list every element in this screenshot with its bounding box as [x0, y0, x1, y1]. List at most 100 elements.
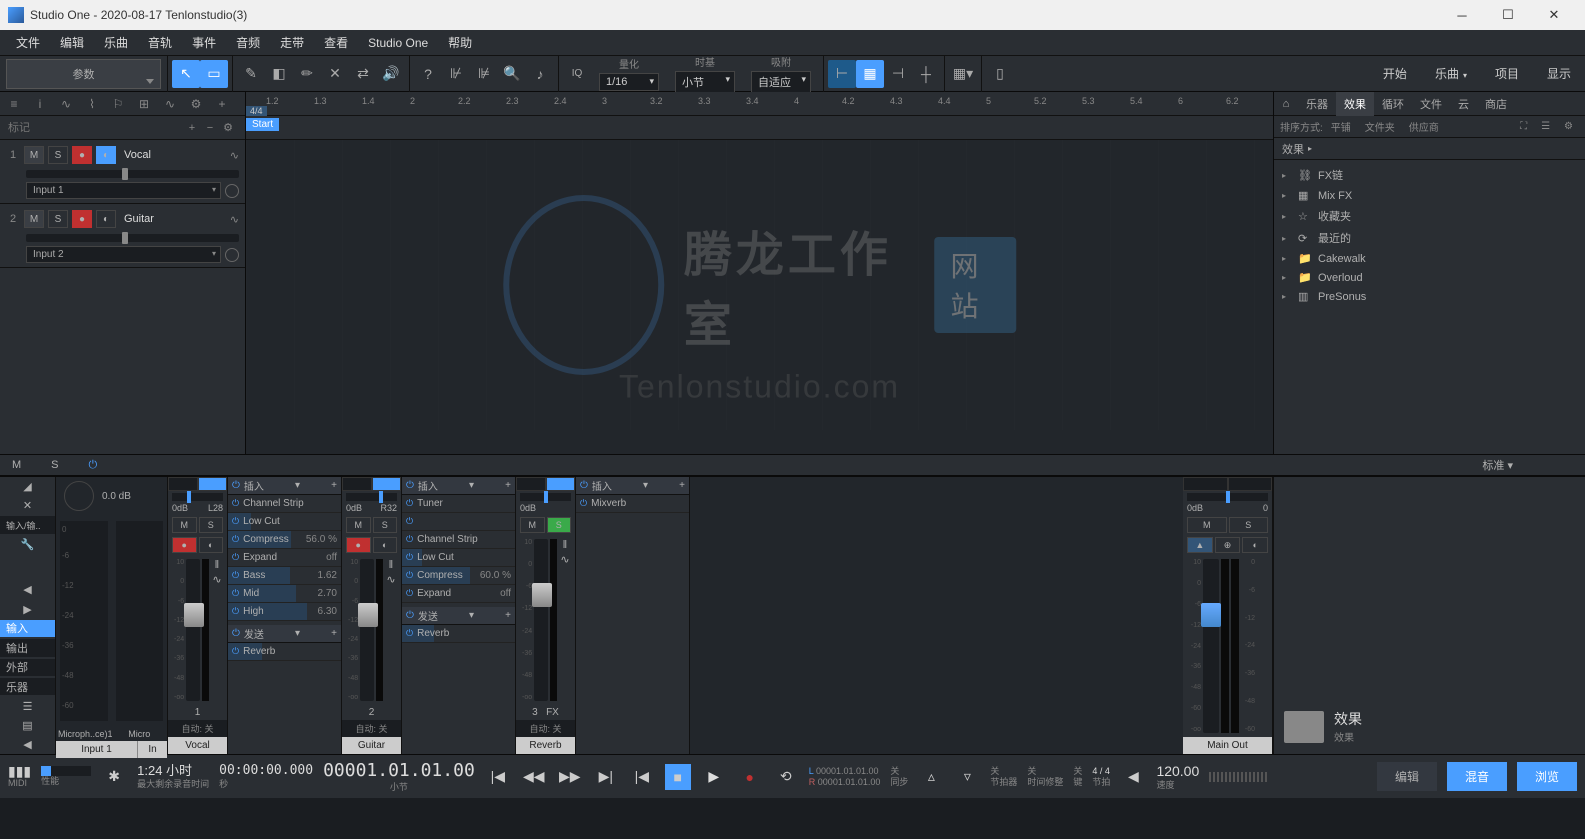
ch-auto-icon[interactable]: ∿ — [212, 573, 221, 586]
track-mute-button[interactable]: M — [24, 146, 44, 164]
arrow-tool[interactable]: ↖ — [172, 60, 200, 88]
browser-tab-files[interactable]: 文件 — [1412, 92, 1450, 116]
ch-name[interactable]: Vocal — [168, 737, 227, 754]
tracklist-group-icon[interactable]: ⊞ — [136, 96, 152, 112]
autoscroll-icon[interactable]: ▦▾ — [949, 60, 977, 88]
menu-track[interactable]: 音轨 — [138, 30, 182, 55]
insert-slot[interactable]: ⏻ Channel Strip — [402, 531, 515, 549]
tree-item[interactable]: ▸☆收藏夹 — [1274, 205, 1585, 227]
input-pan-knob[interactable] — [64, 481, 94, 511]
paint-tool[interactable]: ✏ — [293, 60, 321, 88]
off-label-3[interactable]: 关 — [1027, 766, 1063, 777]
position-display[interactable]: 00001.01.01.00 — [323, 760, 475, 782]
start-marker[interactable]: Start — [246, 118, 279, 131]
tracklist-flag-icon[interactable]: ⚐ — [110, 96, 126, 112]
browser-tab-cloud[interactable]: 云 — [1450, 92, 1477, 116]
stop-button[interactable]: ■ — [665, 764, 691, 790]
strip-silence-icon[interactable]: ⊮ — [442, 60, 470, 88]
tempo-down-icon[interactable]: ◀ — [1120, 764, 1146, 790]
sync-off-value[interactable]: 关 — [890, 766, 908, 777]
tracklist-gear-icon[interactable]: ⚙ — [188, 96, 204, 112]
power-icon[interactable]: ⏻ — [406, 552, 413, 563]
mix-view-button[interactable]: 混音 — [1447, 762, 1507, 791]
ch-automation-mode[interactable]: 自动: 关 — [516, 720, 575, 737]
ch-phase-icon[interactable]: ‖ — [563, 539, 568, 551]
ch-phase-icon[interactable]: ‖ — [215, 559, 220, 571]
mixer-io-label[interactable]: 输入/输.. — [0, 516, 55, 533]
track-input-dropdown[interactable]: Input 1 — [26, 182, 221, 199]
tree-item[interactable]: ▸📁Overloud — [1274, 268, 1585, 287]
power-icon[interactable]: ⏻ — [580, 480, 588, 491]
main-mono-button[interactable]: ▲ — [1187, 537, 1213, 553]
snap-grid-icon[interactable]: ▦ — [856, 60, 884, 88]
mixer-list-icon[interactable]: ▤ — [0, 716, 55, 735]
menu-help[interactable]: 帮助 — [438, 30, 482, 55]
rewind-button[interactable]: ◀◀ — [521, 764, 547, 790]
ch-auto-icon[interactable]: ∿ — [386, 573, 395, 586]
sort-flat[interactable]: 平铺 — [1325, 117, 1357, 136]
track-header[interactable]: 1 M S ● ◐ Vocal ∿ Input 1 — [0, 140, 245, 204]
mixer-instrument-tab[interactable]: 乐器 — [0, 678, 55, 695]
insert-slot[interactable]: ⏻ Compress 60.0 % — [402, 567, 515, 585]
ch-automation-mode[interactable]: 自动: 关 — [168, 720, 227, 737]
mixer-meter-icon[interactable]: ☰ — [0, 696, 55, 715]
power-icon[interactable]: ⏻ — [406, 610, 414, 621]
mixer-pin-icon[interactable]: ✕ — [0, 496, 55, 515]
ch-fader[interactable] — [360, 559, 374, 701]
add-insert-icon[interactable]: + — [505, 480, 511, 491]
menu-view[interactable]: 查看 — [314, 30, 358, 55]
ch-name[interactable]: Reverb — [516, 737, 575, 754]
timesig-value[interactable]: 4 / 4 — [1092, 766, 1110, 777]
power-icon[interactable]: ⏻ — [406, 516, 413, 527]
snap-dropdown[interactable]: 自适应 — [751, 71, 811, 93]
add-insert-icon[interactable]: + — [679, 480, 685, 491]
maximize-button[interactable]: ☐ — [1485, 0, 1531, 30]
sort-expand-icon[interactable]: ⛶ — [1514, 119, 1533, 134]
main-mute-button[interactable]: M — [1187, 517, 1227, 533]
eraser-tool[interactable]: ◧ — [265, 60, 293, 88]
ch-monitor-button[interactable]: ◐ — [373, 537, 398, 553]
inserts-expand-icon[interactable]: ▾ — [469, 480, 474, 491]
mixer-arrow-left-icon[interactable]: ◀ — [0, 580, 55, 599]
input-channel-name[interactable]: In — [137, 741, 167, 758]
power-icon[interactable]: ⏻ — [232, 628, 240, 639]
snap-cursor-icon[interactable]: ┼ — [912, 60, 940, 88]
track-automation-icon[interactable]: ∿ — [230, 213, 239, 226]
arrange-body[interactable]: 腾龙工作室 网站 Tenlonstudio.com — [246, 140, 1273, 430]
forward-end-button[interactable]: ▶| — [593, 764, 619, 790]
add-send-icon[interactable]: + — [505, 610, 511, 621]
track-automation-icon[interactable]: ∿ — [230, 149, 239, 162]
power-icon[interactable]: ⏻ — [232, 570, 239, 581]
insert-slot[interactable]: ⏻ Bass 1.62 — [228, 567, 341, 585]
main-fader[interactable] — [1203, 559, 1219, 733]
track-record-button[interactable]: ● — [72, 210, 92, 228]
insert-slot[interactable]: ⏻ Mid 2.70 — [228, 585, 341, 603]
range-tool[interactable]: ▭ — [200, 60, 228, 88]
track-mute-button[interactable]: M — [24, 210, 44, 228]
marker-gear-icon[interactable]: ⚙ — [219, 121, 237, 134]
edit-view-button[interactable]: 编辑 — [1377, 762, 1437, 791]
nav-start[interactable]: 开始 — [1369, 59, 1421, 88]
tree-item[interactable]: ▸⟳最近的 — [1274, 227, 1585, 249]
mixer-input-tab[interactable]: 输入 — [0, 620, 55, 637]
ch-pan-slider[interactable] — [172, 493, 223, 501]
global-solo-button[interactable]: S — [51, 459, 58, 471]
track-name[interactable]: Vocal — [124, 149, 226, 161]
tracklist-menu-icon[interactable]: ≡ — [6, 96, 22, 112]
ch-pan-slider[interactable] — [346, 493, 397, 501]
pencil-tool[interactable]: ✎ — [237, 60, 265, 88]
forward-button[interactable]: ▶▶ — [557, 764, 583, 790]
timebase-dropdown[interactable]: 小节 — [675, 71, 735, 93]
main-link-button[interactable]: ⊕ — [1215, 537, 1241, 553]
marker-add-icon[interactable]: + — [183, 122, 201, 134]
menu-file[interactable]: 文件 — [6, 30, 50, 55]
tracklist-wave-icon[interactable]: ∿ — [162, 96, 178, 112]
ch-record-button[interactable]: ● — [172, 537, 197, 553]
performance-meter[interactable] — [41, 766, 91, 776]
nav-project[interactable]: 项目 — [1481, 59, 1533, 88]
browser-tab-instruments[interactable]: 乐器 — [1298, 92, 1336, 116]
power-icon[interactable]: ⏻ — [406, 588, 413, 599]
menu-edit[interactable]: 编辑 — [50, 30, 94, 55]
ch-fader[interactable] — [186, 559, 200, 701]
add-send-icon[interactable]: + — [331, 628, 337, 639]
